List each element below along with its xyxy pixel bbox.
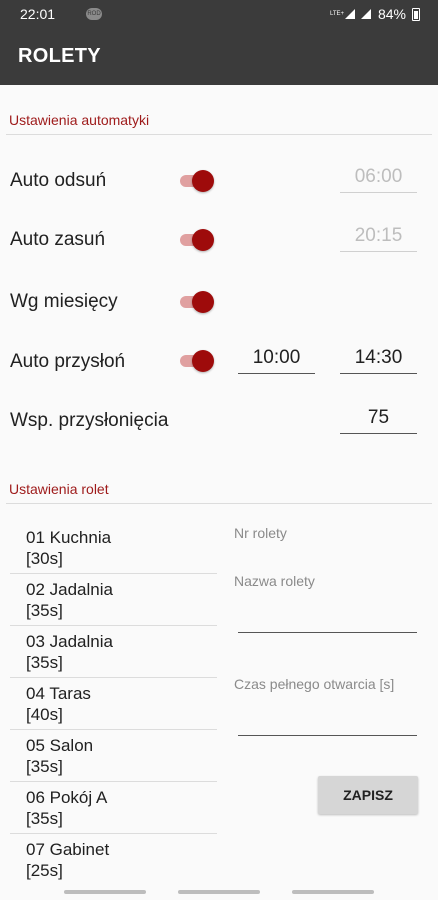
roller-name: 03 Jadalnia [26,632,113,651]
roller-list-item[interactable]: 06 Pokój A [35s] [10,782,217,834]
status-bar: 22:01 ROD LTE+ 84% [0,0,438,28]
app-bar: ROLETY [0,28,438,85]
roller-name: 05 Salon [26,736,94,755]
auto-close-switch[interactable] [180,228,214,251]
switch-thumb [192,229,214,251]
automation-section-header: Ustawienia automatyki [9,112,150,128]
roller-time: [30s] [26,549,63,568]
roller-time: [35s] [26,809,63,828]
by-month-switch[interactable] [180,290,214,313]
nav-home-button[interactable] [178,890,260,894]
roller-list-item[interactable]: 07 Gabinet [25s] [10,834,217,886]
notification-badge-icon: ROD [86,8,102,20]
switch-thumb [192,350,214,372]
auto-open-switch[interactable] [180,169,214,192]
auto-open-time-field[interactable]: 06:00 [340,163,417,193]
roller-time: [25s] [26,861,63,880]
switch-thumb [192,170,214,192]
roller-list-item[interactable]: 05 Salon [35s] [10,730,217,782]
roller-name: 02 Jadalnia [26,580,113,599]
roller-list-item[interactable]: 02 Jadalnia [35s] [10,574,217,626]
shade-ratio-label: Wsp. przysłonięcia [10,410,169,431]
shade-ratio-field[interactable]: 75 [340,404,417,434]
roller-name: 01 Kuchnia [26,528,112,547]
roller-name-input[interactable] [238,632,417,633]
auto-open-label: Auto odsuń [10,170,107,191]
roller-time: [35s] [26,653,63,672]
signal-icon-2 [360,8,372,20]
nav-recents-button[interactable] [64,890,146,894]
save-button[interactable]: ZAPISZ [318,776,418,814]
auto-close-time-field[interactable]: 20:15 [340,222,417,252]
roller-name-label: Nazwa rolety [234,573,315,589]
auto-shade-start-time-field[interactable]: 10:00 [238,344,315,374]
signal-icon [344,8,356,20]
battery-percent: 84% [377,6,406,22]
network-type-label: LTE+ [329,11,345,17]
nav-back-button[interactable] [292,890,374,894]
roller-name: 07 Gabinet [26,840,110,859]
roller-list-item[interactable]: 01 Kuchnia [30s] [10,522,217,574]
divider [6,503,432,504]
auto-shade-switch[interactable] [180,349,214,372]
roller-time: [35s] [26,601,63,620]
roller-name: 04 Taras [26,684,91,703]
roller-list: 01 Kuchnia [30s] 02 Jadalnia [35s] 03 Ja… [10,522,217,886]
roller-time: [35s] [26,757,63,776]
by-month-label: Wg miesięcy [10,291,118,312]
divider [6,134,432,135]
page-title: ROLETY [18,45,101,67]
roller-duration-label: Czas pełnego otwarcia [s] [234,676,395,692]
switch-thumb [192,291,214,313]
auto-shade-end-time-field[interactable]: 14:30 [340,344,417,374]
roller-time: [40s] [26,705,63,724]
roller-number-label: Nr rolety [234,525,287,541]
status-indicators: LTE+ 84% [330,6,420,22]
roller-list-item[interactable]: 03 Jadalnia [35s] [10,626,217,678]
rollers-section-header: Ustawienia rolet [9,481,109,497]
auto-shade-label: Auto przysłoń [10,351,126,372]
roller-duration-input[interactable] [238,735,417,736]
auto-close-label: Auto zasuń [10,229,106,250]
roller-name: 06 Pokój A [26,788,108,807]
status-time: 22:01 [20,6,56,22]
navigation-bar [0,885,438,900]
roller-list-item[interactable]: 04 Taras [40s] [10,678,217,730]
battery-icon [412,7,420,21]
